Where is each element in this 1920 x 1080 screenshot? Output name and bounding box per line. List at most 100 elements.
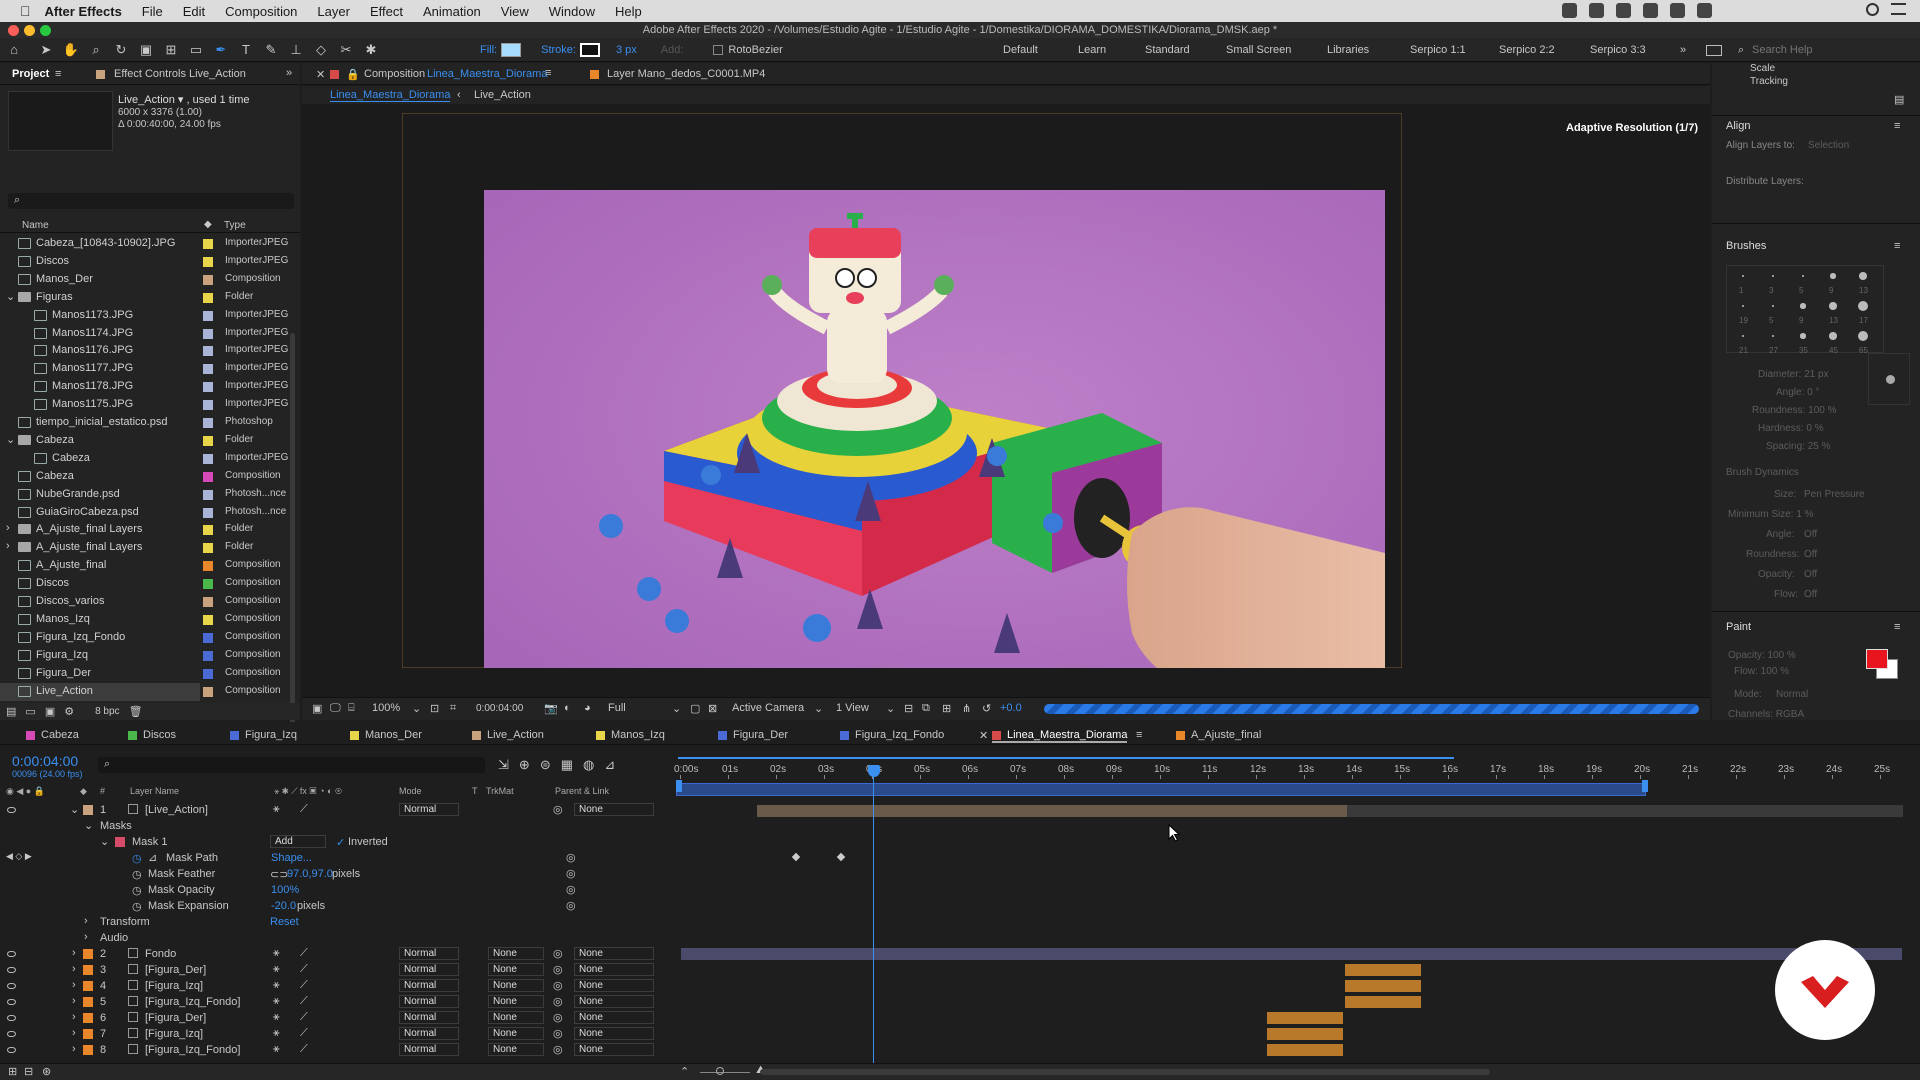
chevron-right-icon[interactable]: › [72,947,76,959]
layer-label-color[interactable] [83,981,93,991]
pan-behind-tool-icon[interactable]: ⊞ [160,41,182,59]
chevron-down-icon[interactable]: ⌄ [70,803,79,816]
brush-tip[interactable] [1858,331,1868,341]
project-scrollbar[interactable] [290,333,295,753]
mode-dropdown[interactable]: Normal [399,1011,459,1024]
quality-icon[interactable]: ⟋ [300,995,308,1008]
viewer-timecode[interactable]: 0:00:04:00 [476,703,523,714]
mask-feather-row[interactable]: ◷ Mask Feather ⊂⊃ 97.0,97.0 pixels ◎ [0,866,1920,882]
mask-path-row[interactable]: ◀ ◇ ▶ ◷ ⊿ Mask Path Shape... ◎ [0,850,1920,866]
shy-layers-icon[interactable]: ⊜ [540,757,551,773]
flowchart-icon[interactable]: ⋔ [962,702,971,715]
stopwatch-icon[interactable]: ◷ [132,884,142,897]
label-color[interactable] [203,328,213,339]
chevron-right-icon[interactable]: › [72,1011,76,1023]
transform-row[interactable]: › Transform Reset [0,914,1920,930]
project-item[interactable]: › A_Ajuste_final Layers Folder [0,521,300,539]
layer-row[interactable]: › 8 [Figura_Izq_Fondo] ⚹ ⟋ Normal None ◎ None [0,1042,1920,1058]
project-item[interactable]: Discos Composition [0,575,300,593]
lock-icon[interactable]: 🔒 [346,68,360,81]
inverted-checkbox[interactable]: ✓ [336,836,345,849]
brush-tip[interactable] [1772,275,1774,277]
stopwatch-icon[interactable]: ◷ [132,868,142,881]
layer-row[interactable]: › 6 [Figura_Der] ⚹ ⟋ Normal None ◎ None [0,1010,1920,1026]
draft-3d-icon[interactable]: ⊕ [519,757,530,773]
layer-label-color[interactable] [83,1029,93,1039]
paint-menu-icon[interactable]: ≡ [1894,621,1900,633]
parent-dropdown[interactable]: None [574,995,654,1008]
cloud-icon[interactable] [1643,3,1658,18]
graph-icon[interactable]: ⊿ [148,851,157,864]
project-item[interactable]: Cabeza_[10843-10902].JPG ImporterJPEG [0,235,300,253]
roundness-dyn-dropdown[interactable]: Off [1804,549,1817,560]
workspace-libraries[interactable]: Libraries [1327,44,1369,56]
chevron-down-icon[interactable]: ⌄ [886,702,895,715]
project-item[interactable]: Manos_Der Composition [0,271,300,289]
expression-pickwhip-icon[interactable]: ◎ [566,883,576,896]
brush-tip[interactable] [1801,274,1805,278]
workspace-default[interactable]: Default [1003,44,1038,56]
playhead-handle[interactable] [868,765,880,777]
pickwhip-icon[interactable]: ◎ [553,947,563,960]
brushes-menu-icon[interactable]: ≡ [1894,240,1900,252]
collapse-transform-icon[interactable]: ⚹ [273,963,280,976]
search-help-input[interactable] [1752,41,1912,59]
zoom-tool-icon[interactable]: ⌕ [85,41,107,59]
brush-tip[interactable] [1742,335,1744,337]
project-item[interactable]: GuiaGiroCabeza.psd Photosh...nce [0,504,300,522]
comp-tab[interactable]: Live_Action [472,729,544,741]
new-folder-icon[interactable]: ▭ [25,705,35,718]
layer-row[interactable]: › 5 [Figura_Izq_Fondo] ⚹ ⟋ Normal None ◎ None [0,994,1920,1010]
tab-project-menu-icon[interactable]: ≡ [55,68,61,80]
roto-brush-tool-icon[interactable]: ✂ [335,41,357,59]
monitor-icon[interactable]: 🖵 [330,702,341,715]
zoom-dropdown[interactable]: 100% [372,702,400,714]
menu-animation[interactable]: Animation [423,4,481,19]
constrain-link-icon[interactable]: ⊂⊃ [270,868,288,881]
resolution-dropdown[interactable]: Full [608,702,626,714]
paint-mode-dropdown[interactable]: Normal [1776,689,1808,700]
collapse-transform-icon[interactable]: ⚹ [273,1027,280,1040]
layer-label-color[interactable] [83,965,93,975]
screen-icon[interactable] [1670,3,1685,18]
control-center-icon[interactable] [1891,3,1906,15]
menu-composition[interactable]: Composition [225,4,297,19]
timeline-horizontal-scrollbar[interactable] [760,1069,1490,1075]
time-navigator-bar[interactable] [678,757,1454,759]
work-area-bar[interactable] [676,783,1646,796]
rotate-tool-icon[interactable]: ↻ [110,41,132,59]
project-item[interactable]: Manos1178.JPG ImporterJPEG [0,378,300,396]
expression-pickwhip-icon[interactable]: ◎ [566,851,576,864]
workspace-small-screen[interactable]: Small Screen [1226,44,1291,56]
workspace-serpico-3[interactable]: Serpico 3:3 [1590,44,1646,56]
selection-tool-icon[interactable]: ➤ [35,41,57,59]
twirl-icon[interactable]: ⌄ [6,433,15,446]
brush-hardness[interactable]: Hardness: 0 % [1758,423,1824,434]
app-icon[interactable] [1589,3,1604,18]
label-color[interactable] [203,614,213,625]
layer-duration-bar[interactable] [1267,1028,1343,1040]
mode-dropdown[interactable]: Normal [399,995,459,1008]
trkmat-dropdown[interactable]: None [488,1043,544,1056]
label-color[interactable] [203,668,213,679]
tab-composition-name[interactable]: Linea_Maestra_Diorama [427,68,547,80]
brush-tip[interactable] [1800,303,1806,309]
label-color[interactable] [203,543,213,554]
paint-flow[interactable]: Flow: 100 % [1734,666,1789,677]
tab-composition-label[interactable]: Composition [364,68,425,80]
mask-opacity-value[interactable]: 100% [271,884,299,896]
brush-tip[interactable] [1771,334,1775,338]
menu-edit[interactable]: Edit [183,4,205,19]
chevron-right-icon[interactable]: › [84,915,88,927]
tree-tracking[interactable]: Tracking [1750,76,1788,87]
chevron-right-icon[interactable]: › [72,995,76,1007]
camera-tool-icon[interactable]: ▣ [135,41,157,59]
audio-row[interactable]: › Audio [0,930,1920,946]
new-comp-icon[interactable]: ▣ [45,705,55,718]
panel-overflow-icon[interactable]: » [286,67,292,79]
menu-file[interactable]: File [142,4,163,19]
comp-tab[interactable]: Linea_Maestra_Diorama [992,729,1128,743]
project-search-input[interactable]: ⌕ [8,193,294,209]
mode-dropdown[interactable]: Normal [399,803,459,816]
tree-scale[interactable]: Scale [1750,63,1775,74]
